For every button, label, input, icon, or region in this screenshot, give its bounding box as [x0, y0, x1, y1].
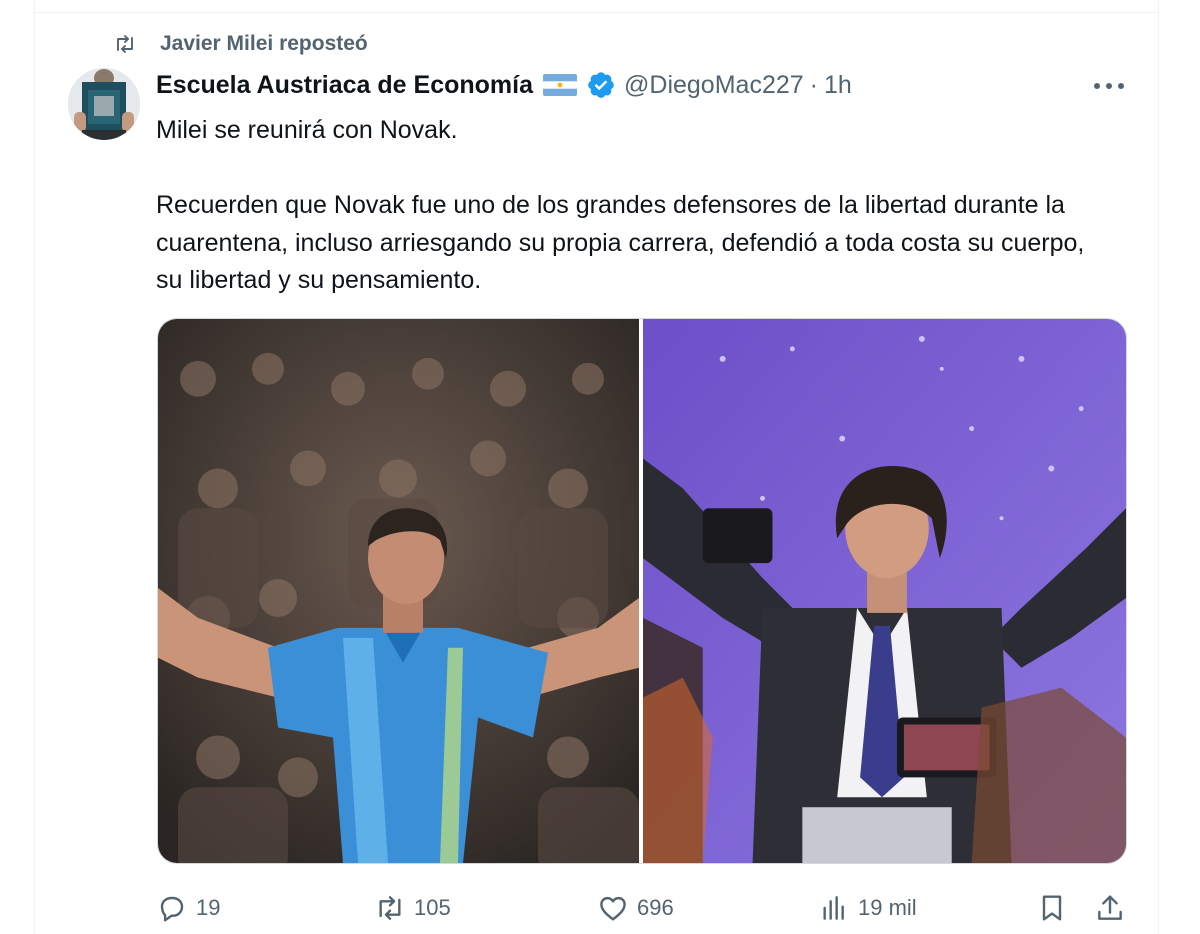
views-icon — [823, 896, 844, 920]
avatar[interactable] — [68, 68, 140, 140]
retweet-icon — [117, 35, 133, 53]
timeline-border-left — [34, 0, 35, 934]
repost-label: Javier Milei reposteó — [160, 32, 368, 55]
argentina-flag-icon — [543, 74, 578, 96]
tweet-text: Milei se reunirá con Novak. Recuerden qu… — [156, 112, 1116, 300]
share-icon — [1098, 895, 1122, 920]
repost-context[interactable]: Javier Milei reposteó — [110, 30, 368, 58]
repost-count: 105 — [414, 895, 451, 920]
timeline-border-right — [1158, 0, 1159, 934]
like-button[interactable]: 696 — [597, 888, 674, 928]
more-dot-icon — [1118, 83, 1124, 89]
tweet-paragraph: Recuerden que Novak fue uno de los grand… — [156, 191, 1085, 294]
author-name[interactable]: Escuela Austriaca de Economía — [156, 71, 533, 100]
repost-button[interactable]: 105 — [374, 888, 451, 928]
views-count: 19 mil — [858, 895, 917, 920]
header-separator: · — [809, 70, 818, 99]
bookmark-button[interactable] — [1036, 888, 1068, 928]
verified-badge-icon — [588, 72, 614, 98]
reply-icon — [160, 896, 184, 922]
views-button[interactable]: 19 mil — [818, 888, 917, 928]
more-dot-icon — [1106, 83, 1112, 89]
more-options-button[interactable] — [1091, 76, 1127, 96]
more-dot-icon — [1094, 83, 1100, 89]
like-count: 696 — [637, 895, 674, 920]
tweet-time[interactable]: 1h — [824, 71, 852, 100]
tweet-paragraph: Milei se reunirá con Novak. — [156, 116, 458, 144]
tweet-photo-left[interactable] — [158, 319, 639, 863]
tweet-photo-right[interactable] — [643, 319, 1126, 863]
bookmark-icon — [1042, 895, 1062, 921]
tweet-actions: 19 105 696 19 mil — [156, 888, 1128, 928]
heart-icon — [600, 896, 626, 921]
author-handle[interactable]: @DiegoMac227 — [624, 71, 804, 100]
share-button[interactable] — [1094, 888, 1126, 928]
reply-count: 19 — [196, 895, 221, 920]
tweet-header: Escuela Austriaca de Economía @DiegoMac2… — [156, 68, 852, 102]
media-grid — [157, 318, 1127, 864]
retweet-icon — [379, 896, 401, 920]
tweet-divider — [34, 12, 1159, 13]
reply-button[interactable]: 19 — [156, 888, 220, 928]
